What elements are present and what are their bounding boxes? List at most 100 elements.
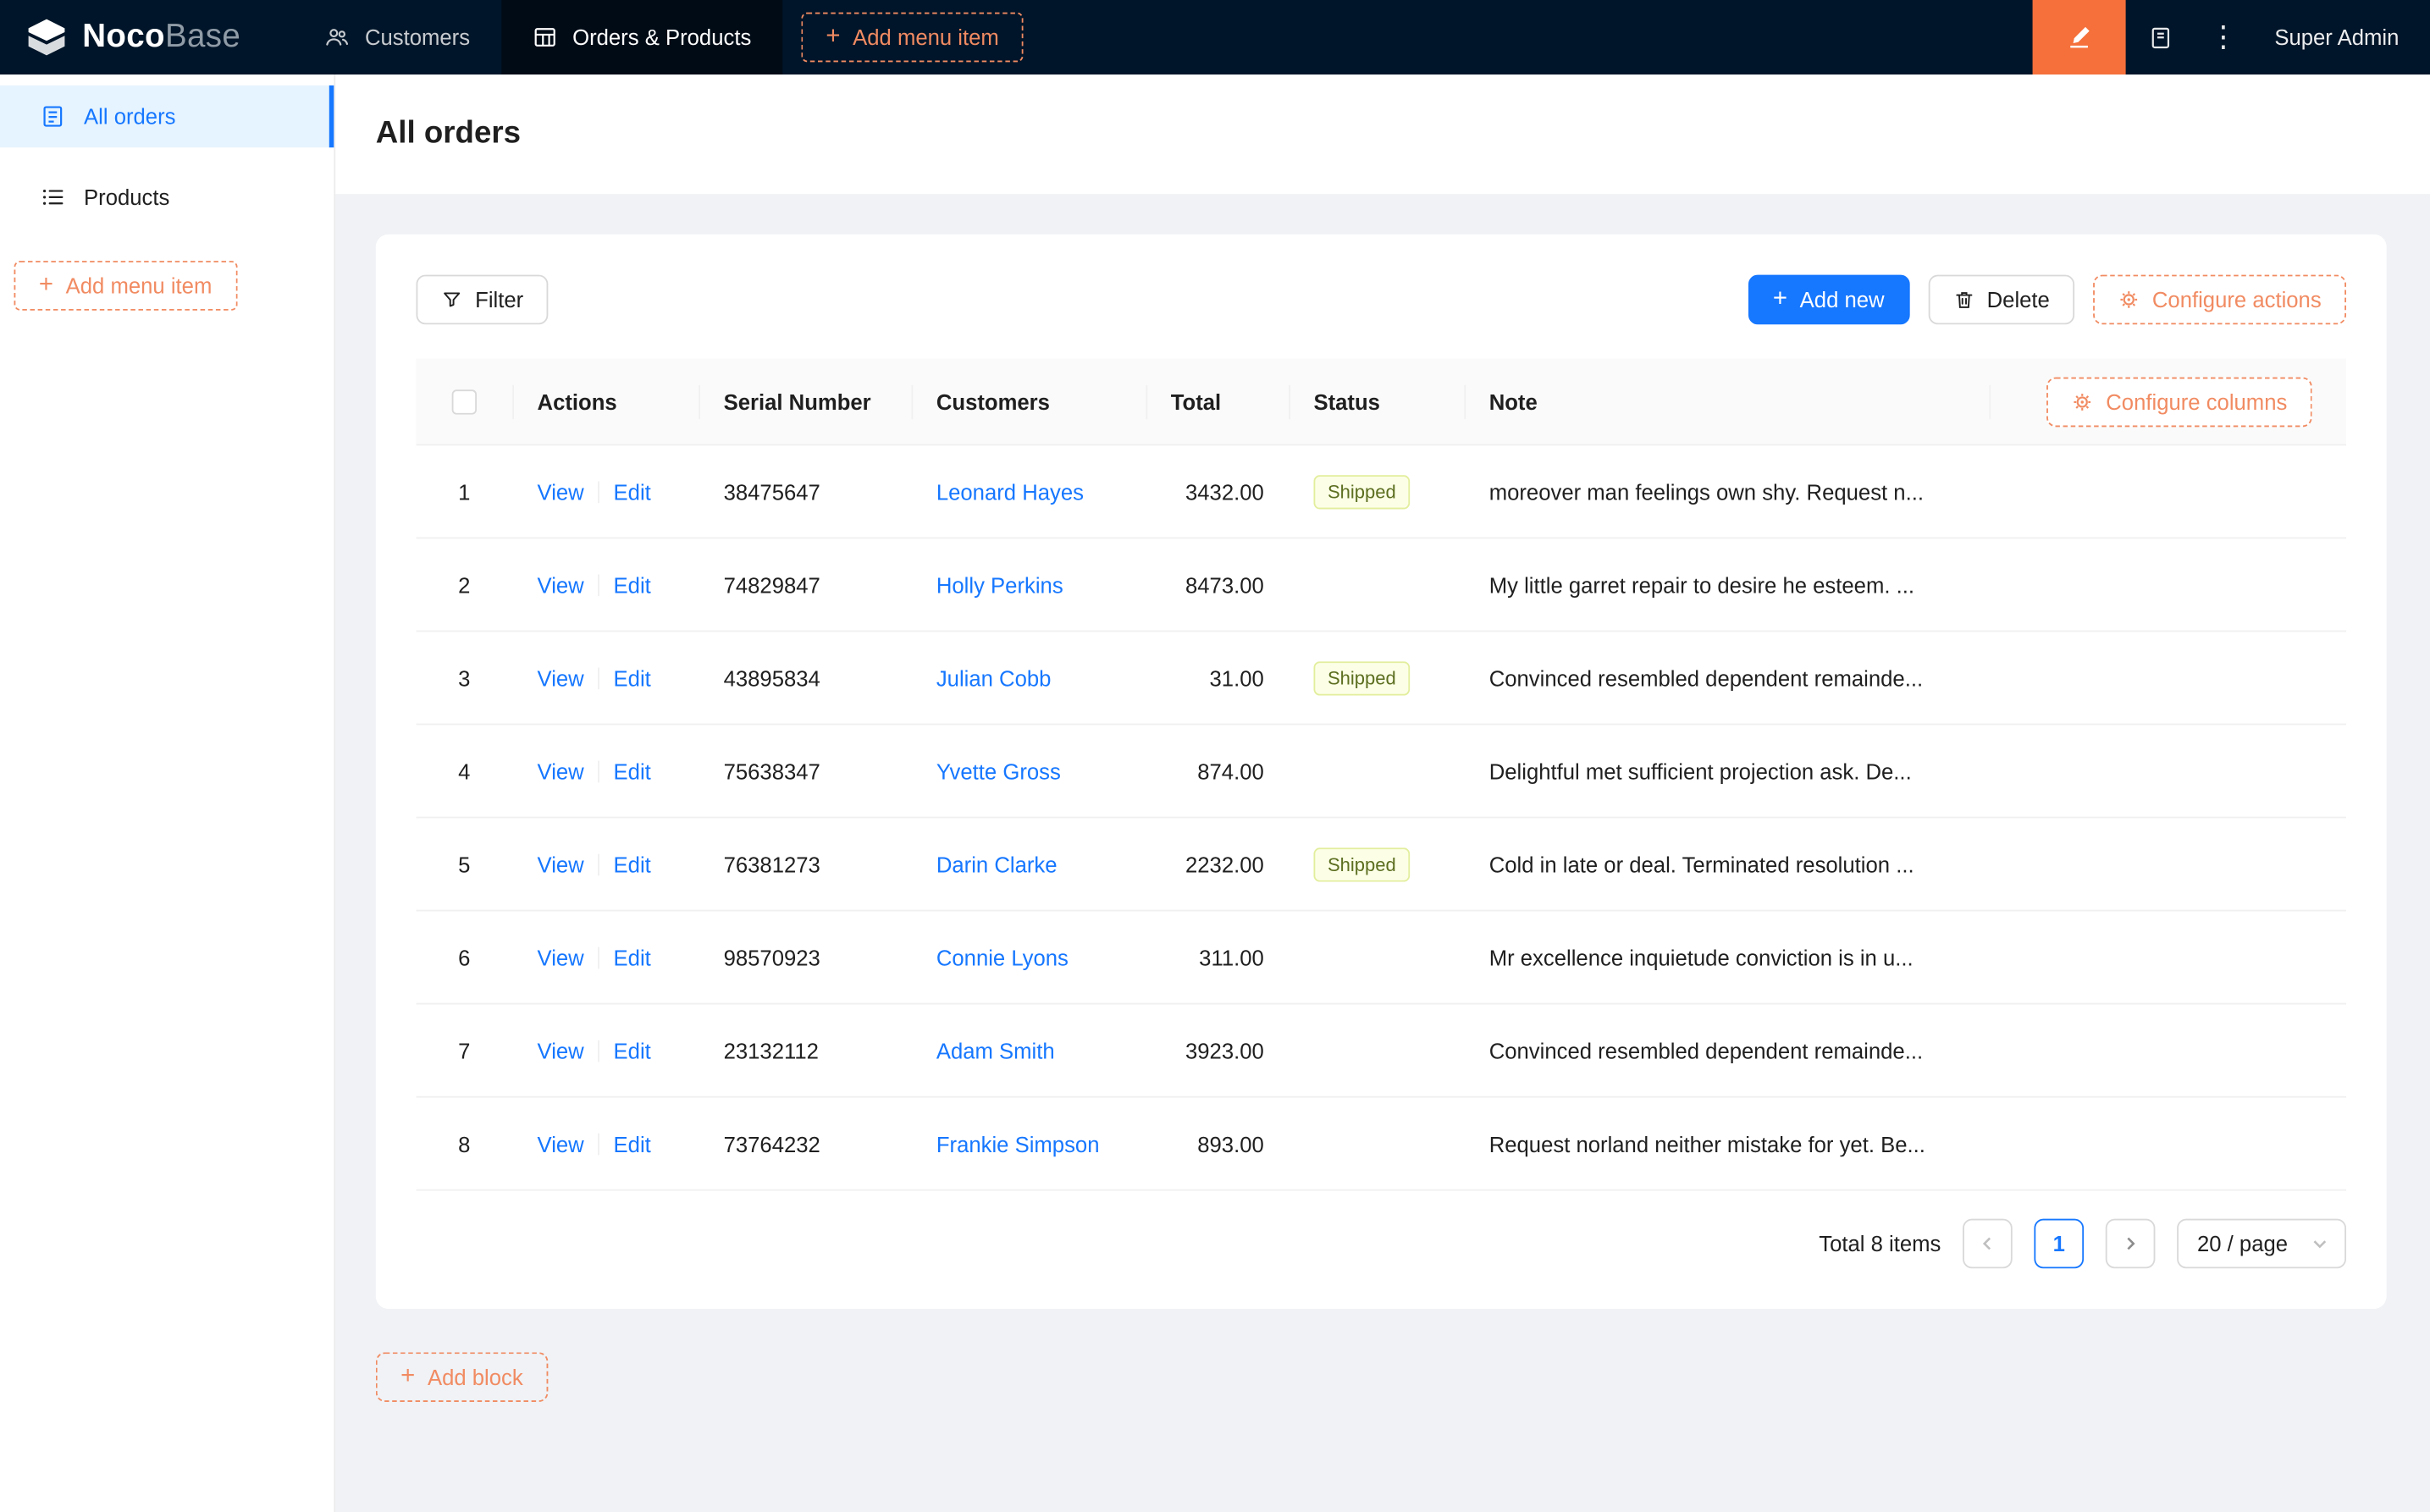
serial-number-cell: 43895834 — [723, 665, 820, 691]
customer-cell: Yvette Gross — [911, 759, 1146, 783]
sidebar-item-label: All orders — [84, 103, 176, 130]
navbar-add-menu-item-button[interactable]: + Add menu item — [800, 12, 1024, 63]
view-link[interactable]: View — [538, 1131, 584, 1156]
filter-label: Filter — [475, 287, 524, 312]
note-cell: Convinced resembled dependent remainde..… — [1488, 1037, 1924, 1063]
column-header-status: Status — [1289, 359, 1464, 444]
select-all-checkbox[interactable] — [451, 389, 478, 414]
page-title: All orders — [375, 116, 522, 151]
more-options-button[interactable]: ⋮ — [2197, 0, 2250, 74]
prev-page-button[interactable] — [1963, 1218, 2013, 1269]
view-link[interactable]: View — [538, 1038, 584, 1062]
configure-columns-cell: Configure columns — [1989, 359, 2346, 444]
customer-cell: Frankie Simpson — [911, 1131, 1146, 1156]
current-user[interactable]: Super Admin — [2274, 25, 2399, 49]
divider — [598, 853, 600, 875]
plus-icon: + — [400, 1363, 416, 1390]
note-cell: Cold in late or deal. Terminated resolut… — [1488, 851, 1914, 877]
row-actions: View Edit — [512, 665, 699, 690]
row-actions: View Edit — [512, 1131, 699, 1156]
status-badge: Shipped — [1313, 474, 1411, 509]
row-actions: View Edit — [512, 479, 699, 504]
add-new-button[interactable]: + Add new — [1748, 274, 1909, 325]
menu-item-orders-products[interactable]: Orders & Products — [500, 0, 782, 75]
customer-link[interactable]: Adam Smith — [936, 1038, 1055, 1062]
edit-link[interactable]: Edit — [614, 1131, 651, 1156]
customer-link[interactable]: Yvette Gross — [936, 759, 1061, 783]
delete-label: Delete — [1986, 287, 2050, 312]
add-block-button[interactable]: + Add block — [375, 1352, 549, 1403]
page-number-button[interactable]: 1 — [2034, 1218, 2085, 1269]
gear-icon — [2072, 390, 2094, 412]
row-actions: View Edit — [512, 759, 699, 783]
form-icon — [41, 104, 65, 129]
main-menu: Customers Orders & Products + Add menu i… — [294, 0, 1024, 75]
table-row: 2 View Edit 74829847 Holly Perkins 8473.0… — [416, 538, 2347, 632]
edit-link[interactable]: Edit — [614, 945, 651, 969]
edit-link[interactable]: Edit — [614, 852, 651, 876]
sidebar-item-label: Products — [84, 185, 170, 210]
edit-link[interactable]: Edit — [614, 665, 651, 690]
plus-icon: + — [38, 271, 53, 299]
column-header-total: Total — [1146, 359, 1289, 444]
filter-button[interactable]: Filter — [416, 274, 549, 325]
edit-link[interactable]: Edit — [614, 479, 651, 504]
view-link[interactable]: View — [538, 479, 584, 504]
status-badge: Shipped — [1313, 660, 1411, 695]
total-cell: 874.00 — [1197, 758, 1264, 784]
edit-link[interactable]: Edit — [614, 572, 651, 597]
add-new-label: Add new — [1799, 287, 1885, 312]
table-row: 7 View Edit 23132112 Adam Smith 3923.00 C… — [416, 1005, 2347, 1098]
sidebar-item-products[interactable]: Products — [0, 166, 334, 228]
row-actions: View Edit — [512, 945, 699, 969]
configure-actions-label: Configure actions — [2151, 287, 2322, 312]
sidebar-add-menu-item-button[interactable]: + Add menu item — [14, 261, 237, 311]
configure-columns-button[interactable]: Configure columns — [2046, 376, 2312, 427]
list-icon — [41, 185, 65, 209]
chevron-down-icon — [2311, 1234, 2329, 1253]
body-row: All orders Products + Add menu item All … — [0, 74, 2430, 1512]
customer-link[interactable]: Connie Lyons — [936, 945, 1069, 969]
customer-link[interactable]: Frankie Simpson — [936, 1131, 1100, 1156]
chevron-right-icon — [2121, 1234, 2140, 1253]
column-header-actions: Actions — [512, 359, 699, 444]
orders-table-block: Filter + Add new Delete Configure action… — [375, 234, 2387, 1309]
view-link[interactable]: View — [538, 665, 584, 690]
page-size-select[interactable]: 20 / page — [2177, 1218, 2347, 1269]
view-link[interactable]: View — [538, 945, 584, 969]
nocobase-logo[interactable]: NocoBase — [0, 0, 266, 74]
note-cell: Convinced resembled dependent remainde..… — [1488, 665, 1924, 691]
view-link[interactable]: View — [538, 572, 584, 597]
customer-cell: Connie Lyons — [911, 945, 1146, 969]
serial-number-cell: 74829847 — [723, 571, 820, 598]
serial-number-cell: 75638347 — [723, 758, 820, 784]
edit-link[interactable]: Edit — [614, 759, 651, 783]
customer-link[interactable]: Darin Clarke — [936, 852, 1058, 876]
table-toolbar: Filter + Add new Delete Configure action… — [416, 274, 2347, 325]
column-header-serial-number: Serial Number — [699, 359, 911, 444]
customer-link[interactable]: Julian Cobb — [936, 665, 1052, 690]
edit-link[interactable]: Edit — [614, 1038, 651, 1062]
divider — [598, 666, 600, 689]
customer-cell: Darin Clarke — [911, 852, 1146, 876]
divider — [598, 573, 600, 596]
book-icon-button[interactable] — [2125, 0, 2196, 74]
view-link[interactable]: View — [538, 852, 584, 876]
delete-button[interactable]: Delete — [1927, 274, 2075, 325]
view-link[interactable]: View — [538, 759, 584, 783]
serial-number-cell: 23132112 — [723, 1037, 819, 1063]
menu-item-customers[interactable]: Customers — [294, 0, 501, 74]
table-row: 8 View Edit 73764232 Frankie Simpson 893.… — [416, 1098, 2347, 1191]
next-page-button[interactable] — [2105, 1218, 2156, 1269]
gear-icon — [2118, 289, 2140, 311]
configure-actions-button[interactable]: Configure actions — [2093, 274, 2347, 325]
sidebar-item-all-orders[interactable]: All orders — [0, 85, 334, 148]
column-header-note: Note — [1464, 359, 1989, 444]
customer-link[interactable]: Holly Perkins — [936, 572, 1063, 597]
plus-icon: + — [1772, 285, 1787, 312]
ui-editor-button[interactable] — [2032, 0, 2126, 75]
customer-link[interactable]: Leonard Hayes — [936, 479, 1084, 504]
note-cell: Mr excellence inquietude conviction is i… — [1488, 944, 1914, 970]
customer-cell: Holly Perkins — [911, 572, 1146, 597]
note-cell: moreover man feelings own shy. Request n… — [1488, 478, 1925, 505]
